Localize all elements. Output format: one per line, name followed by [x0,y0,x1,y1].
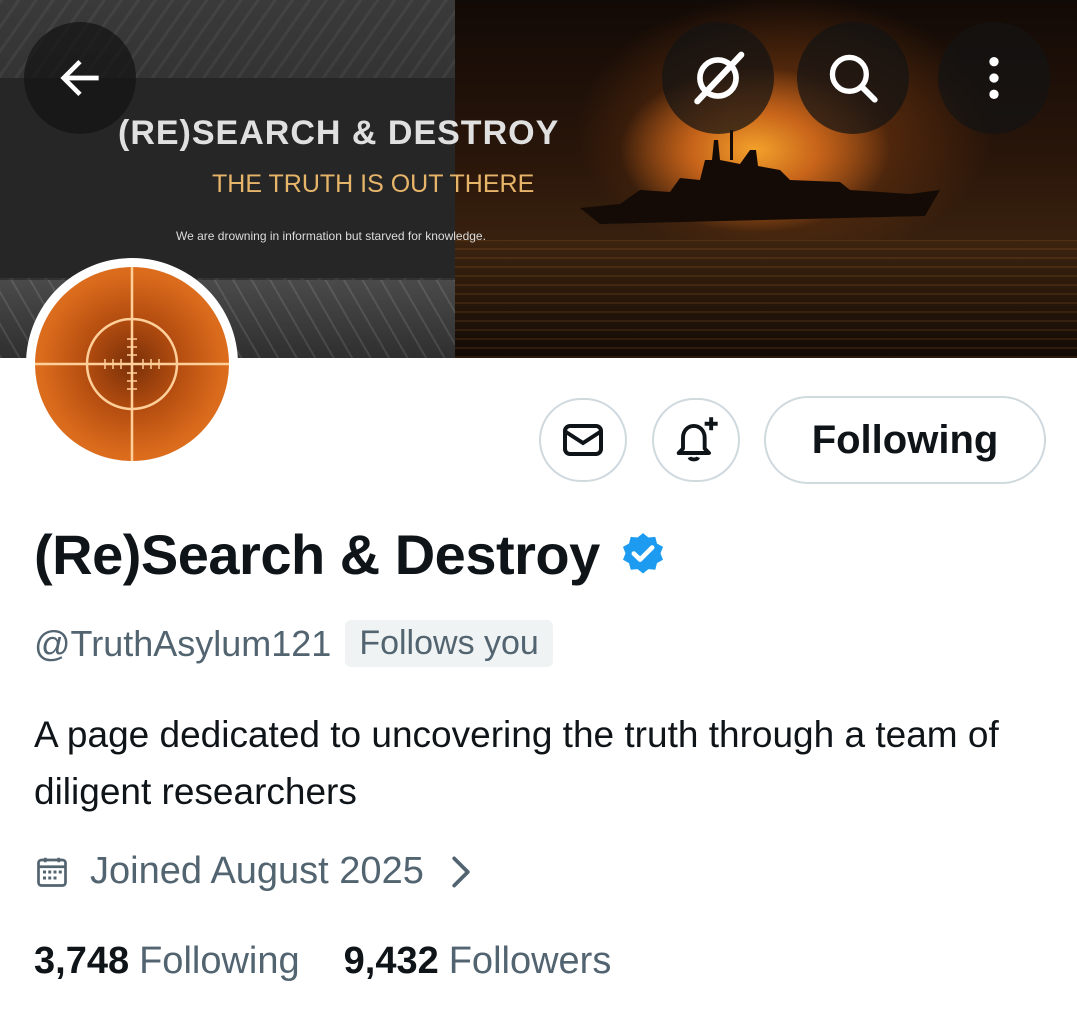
bell-plus-icon [676,417,718,462]
display-name-row: (Re)Search & Destroy [34,522,668,587]
followers-label: Followers [448,940,612,982]
search-icon [829,54,878,103]
joined-date-row[interactable]: Joined August 2025 [34,850,472,893]
profile-bio: A page dedicated to uncovering the truth… [34,714,999,812]
handle-row: @TruthAsylum121 Follows you [34,620,553,667]
more-vertical-icon [989,57,999,99]
envelope-icon [563,424,603,456]
followers-count: 9,432 [343,940,439,982]
avatar-image [35,267,229,461]
banner-title: (RE)SEARCH & DESTROY [118,114,560,152]
crosshair-icon [35,267,229,461]
following-stat-link[interactable]: 3,748 Following [34,940,300,983]
joined-date: Joined August 2025 [90,850,424,892]
calendar-icon [37,857,67,887]
chevron-right-icon [452,856,470,887]
banner-subtitle: THE TRUTH IS OUT THERE [212,170,535,198]
arrow-left-icon [60,60,99,96]
followers-stat-link[interactable]: 9,432 Followers [344,940,612,983]
grok-icon [694,51,745,105]
notifications-button[interactable] [652,398,740,482]
following-count: 3,748 [34,940,130,982]
user-handle: @TruthAsylum121 [34,622,332,664]
grok-button[interactable] [662,22,774,134]
avatar[interactable] [26,258,238,470]
verified-badge-icon[interactable] [618,530,668,580]
following-button[interactable]: Following [764,396,1046,484]
banner-water [455,240,1077,358]
banner-tagline: We are drowning in information but starv… [176,229,486,243]
search-button[interactable] [797,22,909,134]
more-options-button[interactable] [938,22,1050,134]
follow-stats: 3,748 Following 9,432 Followers [34,940,655,983]
display-name: (Re)Search & Destroy [34,523,600,586]
back-button[interactable] [24,22,136,134]
following-label: Following [139,940,300,982]
follows-you-badge: Follows you [345,620,553,667]
message-button[interactable] [539,398,627,482]
